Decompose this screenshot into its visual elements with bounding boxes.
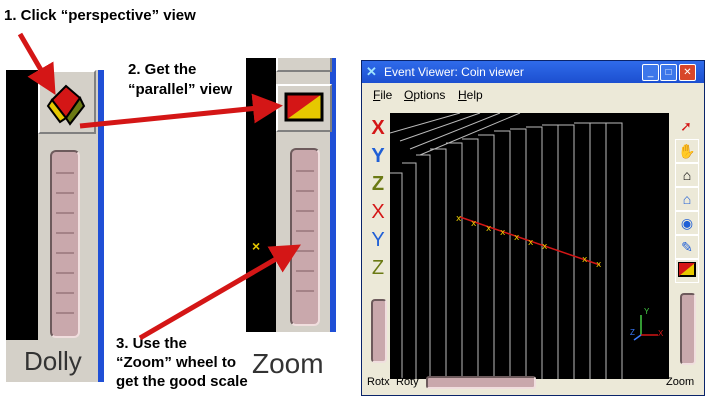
- annotation-arrows: [17, 32, 301, 341]
- arrow-step2: [79, 93, 283, 129]
- arrow-step3: [138, 244, 301, 341]
- arrow-step1: [17, 32, 56, 95]
